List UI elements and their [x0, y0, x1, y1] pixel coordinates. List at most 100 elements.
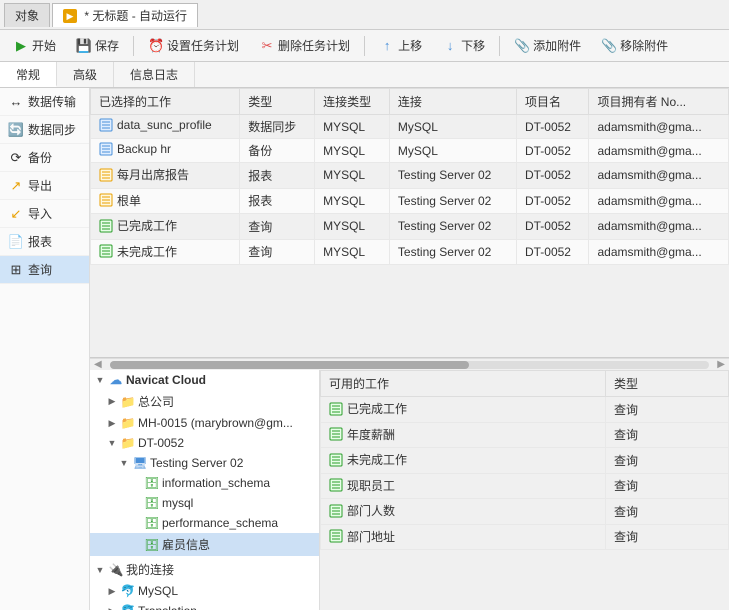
job-name: 现职员工 — [321, 473, 606, 499]
tree-item-translation[interactable]: ▶ 🐬 Translation — [90, 601, 319, 610]
export-icon: ↗ — [8, 178, 24, 194]
job-name: 部门人数 — [321, 499, 606, 525]
schedule-button[interactable]: ⏰ 设置任务计划 — [139, 33, 248, 58]
mysql-conn-arrow: ▶ — [106, 585, 118, 597]
table-row[interactable]: Backup hr 备份 MYSQL MySQL DT-0052 adamsmi… — [91, 139, 729, 163]
move-up-label: 上移 — [398, 37, 422, 54]
my-connections-label: 我的连接 — [126, 561, 174, 578]
remove-attachment-icon: 📎 — [601, 38, 617, 54]
employee-info-icon: 🗄 — [145, 538, 159, 552]
dt0052-icon: 📁 — [121, 436, 135, 450]
sep1 — [133, 36, 134, 56]
general-company-arrow: ▶ — [106, 396, 118, 408]
sidebar-item-query[interactable]: ⊞ 查询 — [0, 256, 89, 284]
sidebar-item-import[interactable]: ↙ 导入 — [0, 200, 89, 228]
perf-schema-icon: 🗄 — [145, 516, 159, 530]
cell-type: 数据同步 — [240, 115, 315, 139]
sidebar-item-backup[interactable]: ⟳ 备份 — [0, 144, 89, 172]
job-type: 查询 — [605, 473, 728, 499]
tree-item-info-schema[interactable]: ▶ 🗄 information_schema — [90, 473, 319, 493]
remove-attachment-button[interactable]: 📎 移除附件 — [592, 33, 677, 58]
tree-item-mh0015[interactable]: ▶ 📁 MH-0015 (marybrown@gm... — [90, 413, 319, 433]
dt0052-label: DT-0052 — [138, 436, 184, 450]
tree-item-employee-info[interactable]: ▶ 🗄 雇员信息 — [90, 533, 319, 556]
table-row[interactable]: 根单 报表 MYSQL Testing Server 02 DT-0052 ad… — [91, 188, 729, 214]
cell-owner: adamsmith@gma... — [589, 188, 729, 214]
table-row[interactable]: 每月出席报告 报表 MYSQL Testing Server 02 DT-005… — [91, 163, 729, 189]
sidebar-item-report[interactable]: 📄 报表 — [0, 228, 89, 256]
hscroll-bar[interactable]: ◀ ▶ — [90, 358, 729, 370]
tab-general[interactable]: 常规 — [0, 62, 57, 87]
tree-navicat-cloud[interactable]: ▼ ☁ Navicat Cloud — [90, 370, 319, 390]
tab-object-label: 对象 — [15, 9, 39, 23]
table-row[interactable]: 未完成工作 查询 MYSQL Testing Server 02 DT-0052… — [91, 239, 729, 265]
col-header-conn: 连接 — [389, 89, 516, 115]
sidebar-item-export[interactable]: ↗ 导出 — [0, 172, 89, 200]
tab-autorun[interactable]: ▶ * 无标题 - 自动运行 — [52, 3, 198, 27]
tab-log[interactable]: 信息日志 — [114, 62, 195, 87]
cell-project: DT-0052 — [516, 163, 589, 189]
tree-item-testing-server[interactable]: ▼ 🖥 Testing Server 02 — [90, 453, 319, 473]
cell-owner: adamsmith@gma... — [589, 239, 729, 265]
table-row[interactable]: data_sunc_profile 数据同步 MYSQL MySQL DT-00… — [91, 115, 729, 139]
tab-general-label: 常规 — [16, 68, 40, 82]
delete-schedule-label: 删除任务计划 — [278, 37, 350, 54]
delete-schedule-button[interactable]: ✂ 删除任务计划 — [250, 33, 359, 58]
tree-item-mysql-conn[interactable]: ▶ 🐬 MySQL — [90, 581, 319, 601]
table-row[interactable]: 已完成工作 查询 MYSQL Testing Server 02 DT-0052… — [91, 214, 729, 240]
mh0015-arrow: ▶ — [106, 417, 118, 429]
upper-table-area: 已选择的工作 类型 连接类型 连接 项目名 项目拥有者 No... data_s… — [90, 88, 729, 358]
report-icon: 📄 — [8, 234, 24, 250]
cell-type: 查询 — [240, 214, 315, 240]
list-item[interactable]: 现职员工 查询 — [321, 473, 729, 499]
list-item[interactable]: 未完成工作 查询 — [321, 448, 729, 474]
scroll-left-arrow[interactable]: ◀ — [90, 359, 106, 370]
cell-conntype: MYSQL — [315, 239, 390, 265]
info-schema-arrow: ▶ — [130, 477, 142, 489]
sidebar-item-transfer-label: 数据传输 — [28, 93, 76, 110]
cell-project: DT-0052 — [516, 214, 589, 240]
move-down-button[interactable]: ↓ 下移 — [433, 33, 494, 58]
tab-log-label: 信息日志 — [130, 68, 178, 82]
tab-autorun-label: * 无标题 - 自动运行 — [84, 9, 187, 23]
sidebar-item-transfer[interactable]: ↔ 数据传输 — [0, 88, 89, 116]
translation-label: Translation — [138, 604, 197, 610]
my-connections-arrow: ▼ — [94, 564, 106, 576]
move-up-button[interactable]: ↑ 上移 — [370, 33, 431, 58]
job-name: 已完成工作 — [321, 397, 606, 423]
navicat-cloud-arrow: ▼ — [94, 374, 106, 386]
add-attachment-button[interactable]: 📎 添加附件 — [505, 33, 590, 58]
start-icon: ▶ — [13, 38, 29, 54]
cell-name: data_sunc_profile — [91, 115, 240, 139]
list-item[interactable]: 已完成工作 查询 — [321, 397, 729, 423]
tree-item-general-company[interactable]: ▶ 📁 总公司 — [90, 390, 319, 413]
general-company-label: 总公司 — [138, 393, 174, 410]
tree-item-perf-schema[interactable]: ▶ 🗄 performance_schema — [90, 513, 319, 533]
perf-schema-arrow: ▶ — [130, 517, 142, 529]
employee-info-arrow: ▶ — [130, 539, 142, 551]
sep2 — [364, 36, 365, 56]
tabs-bar: 常规 高级 信息日志 — [0, 62, 729, 88]
cell-project: DT-0052 — [516, 188, 589, 214]
sidebar-item-sync[interactable]: 🔄 数据同步 — [0, 116, 89, 144]
tab-object[interactable]: 对象 — [4, 3, 50, 27]
cell-type: 报表 — [240, 188, 315, 214]
tree-item-dt0052[interactable]: ▼ 📁 DT-0052 — [90, 433, 319, 453]
list-item[interactable]: 部门人数 查询 — [321, 499, 729, 525]
cell-connection: Testing Server 02 — [389, 188, 516, 214]
cell-conntype: MYSQL — [315, 115, 390, 139]
tab-advanced[interactable]: 高级 — [57, 62, 114, 87]
available-jobs-panel: 可用的工作 类型 已完成工作 查询 年度薪酬 查询 未完成工作 查询 现职员工 … — [320, 370, 729, 610]
list-item[interactable]: 年度薪酬 查询 — [321, 422, 729, 448]
job-type: 查询 — [605, 397, 728, 423]
navicat-cloud-label: Navicat Cloud — [126, 373, 206, 387]
right-content: 已选择的工作 类型 连接类型 连接 项目名 项目拥有者 No... data_s… — [90, 88, 729, 610]
scroll-right-arrow[interactable]: ▶ — [713, 359, 729, 370]
save-button[interactable]: 💾 保存 — [67, 33, 128, 58]
tree-item-mysql-db[interactable]: ▶ 🗄 mysql — [90, 493, 319, 513]
sidebar-item-backup-label: 备份 — [28, 149, 52, 166]
list-item[interactable]: 部门地址 查询 — [321, 524, 729, 550]
add-attachment-icon: 📎 — [514, 38, 530, 54]
start-button[interactable]: ▶ 开始 — [4, 33, 65, 58]
tree-item-my-connections[interactable]: ▼ 🔌 我的连接 — [90, 558, 319, 581]
